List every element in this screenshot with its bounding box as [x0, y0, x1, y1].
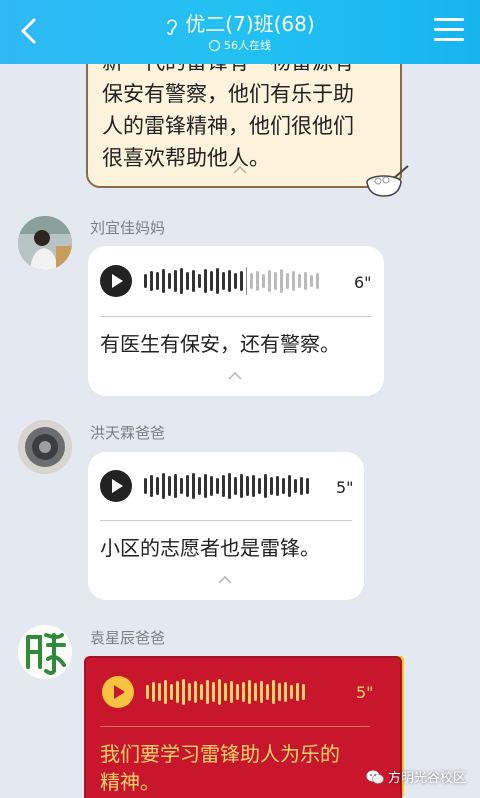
voice-message-bubble[interactable]: 5" 小区的志愿者也是雷锋。: [88, 452, 364, 600]
divider: [100, 726, 370, 727]
voice-duration: 6": [354, 273, 372, 292]
message-text: 我们要学习雷锋助人为乐的 精神。: [100, 740, 386, 796]
voice-waveform[interactable]: [146, 677, 308, 707]
avatar[interactable]: [18, 625, 72, 679]
divider: [100, 520, 352, 521]
text-line: 保安有警察，他们有乐于助: [102, 82, 354, 106]
voice-message-bubble[interactable]: 6" 有医生有保安，还有警察。: [88, 246, 384, 396]
text-line: 我们要学习雷锋助人为乐的: [100, 742, 340, 766]
online-count: 56人在线: [224, 39, 271, 52]
object-icon: [18, 420, 72, 474]
voice-message-bubble[interactable]: 5" 我们要学习雷锋助人为乐的 精神。: [84, 656, 402, 798]
play-icon[interactable]: [100, 470, 132, 502]
message-text: 新一代的雷锋有一物雷源有 保安有警察，他们有乐于助 人的雷锋精神，他们很他们 很…: [102, 46, 392, 174]
menu-icon[interactable]: [434, 18, 464, 44]
text-line: 人的雷锋精神，他们很他们: [102, 114, 354, 138]
sender-name: 袁星辰爸爸: [90, 629, 166, 647]
calligraphy-icon: [18, 625, 72, 679]
message-text: 小区的志愿者也是雷锋。: [100, 536, 320, 560]
avatar[interactable]: [18, 420, 72, 474]
online-icon: [209, 40, 220, 51]
chat-title-row: 优二(7)班(68): [0, 8, 480, 37]
chevron-up-icon[interactable]: [228, 372, 242, 380]
voice-waveform[interactable]: [144, 471, 312, 501]
divider: [100, 316, 372, 317]
watermark-text: 方明光谷校区: [387, 771, 466, 786]
play-icon[interactable]: [100, 265, 132, 297]
message-text: 有医生有保安，还有警察。: [100, 332, 340, 356]
person-icon: [18, 216, 72, 270]
chevron-up-icon[interactable]: [218, 576, 232, 584]
sender-name: 洪天霖爸爸: [90, 424, 166, 442]
chevron-up-icon[interactable]: [233, 166, 247, 174]
chat-title: 优二(7)班(68): [185, 12, 315, 36]
sender-name: 刘宜佳妈妈: [90, 219, 166, 237]
text-line: 很喜欢帮助他人。: [102, 146, 270, 170]
voice-duration: 5": [356, 683, 374, 702]
avatar[interactable]: [18, 216, 72, 270]
bowl-sticker: [366, 165, 409, 197]
wechat-icon: [366, 770, 384, 784]
watermark: 方明光谷校区: [366, 767, 466, 786]
play-icon[interactable]: [102, 676, 134, 708]
text-line: 精神。: [100, 770, 160, 794]
voice-duration: 5": [336, 478, 354, 497]
online-status: 56人在线: [0, 37, 480, 53]
ear-icon[interactable]: [165, 16, 179, 36]
voice-waveform[interactable]: [144, 266, 322, 296]
chat-header: 优二(7)班(68) 56人在线: [0, 0, 480, 64]
